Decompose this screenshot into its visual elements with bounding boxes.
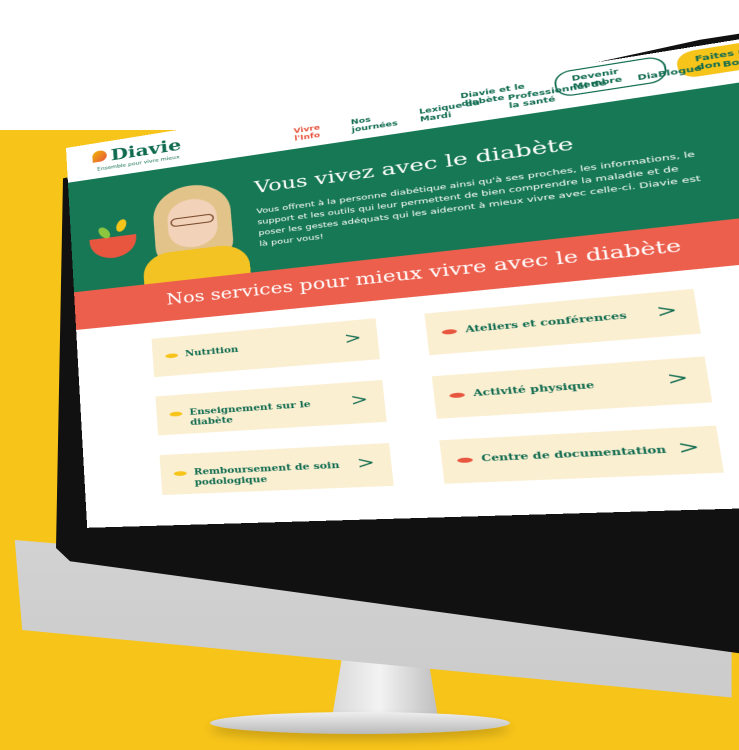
service-card-documentation[interactable]: Centre de documentation > <box>439 425 724 484</box>
dot-icon <box>456 457 474 464</box>
service-label: Nutrition <box>184 344 239 359</box>
service-card-enseignement[interactable]: Enseignement sur le diabète > <box>155 379 387 436</box>
nav-item-vivre-info[interactable]: Vivre l'Info <box>293 121 335 142</box>
dot-icon <box>449 392 466 399</box>
chevron-right-icon: > <box>676 437 702 459</box>
chevron-right-icon: > <box>349 390 369 410</box>
service-label: Enseignement sur le diabète <box>189 399 312 428</box>
salad-bowl-icon <box>89 234 138 261</box>
service-card-remboursement[interactable]: Remboursement de soin podologique > <box>159 442 394 496</box>
nav-item-lexique[interactable]: Lexique du Mardi <box>419 97 491 123</box>
service-label: Activité physique <box>472 380 595 399</box>
dot-icon <box>441 328 458 335</box>
chevron-right-icon: > <box>343 328 363 348</box>
service-label: Ateliers et conférences <box>464 310 628 335</box>
service-card-ateliers[interactable]: Ateliers et conférences > <box>424 288 701 356</box>
leaf-icon <box>114 218 129 233</box>
monitor-stand-base <box>210 712 510 734</box>
chevron-right-icon: > <box>665 368 690 390</box>
logo-icon <box>92 149 108 163</box>
dot-icon <box>173 470 187 477</box>
chevron-right-icon: > <box>654 300 679 322</box>
service-label: Remboursement de soin podologique <box>193 460 340 488</box>
service-card-nutrition[interactable]: Nutrition > <box>151 318 380 378</box>
service-label: Centre de documentation <box>480 444 668 464</box>
chevron-right-icon: > <box>356 453 376 473</box>
dot-icon <box>169 411 183 417</box>
service-card-activite[interactable]: Activité physique > <box>431 356 713 419</box>
nav-item-journees[interactable]: Nos journées <box>351 111 403 133</box>
dot-icon <box>165 353 179 359</box>
hero-portrait <box>138 178 251 288</box>
